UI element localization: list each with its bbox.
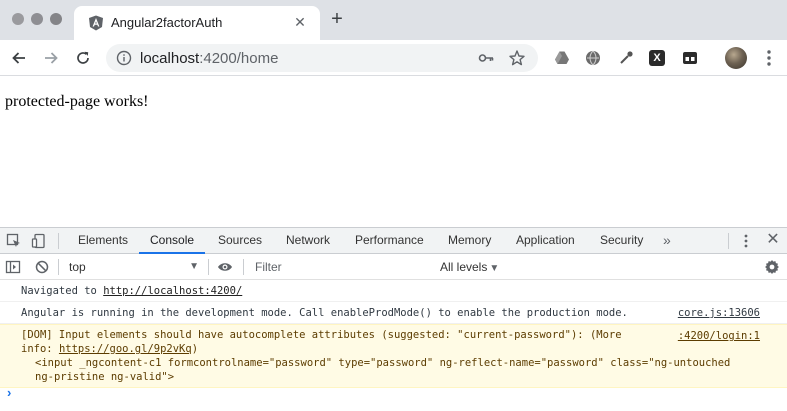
tab-close-icon[interactable]: ✕ bbox=[292, 14, 308, 30]
console-toolbar: top ▼ All levels▼ bbox=[0, 254, 787, 280]
tab-angular2factorauth[interactable]: Angular2factorAuth ✕ bbox=[74, 6, 320, 40]
extension-globe-icon[interactable] bbox=[584, 49, 602, 67]
page-body-text: protected-page works! bbox=[5, 93, 149, 110]
arrow-left-icon bbox=[12, 52, 25, 64]
arrow-right-icon bbox=[45, 52, 58, 64]
source-link[interactable]: :4200/login:1 bbox=[678, 329, 760, 343]
window-close-button[interactable] bbox=[12, 13, 24, 25]
warning-element-snippet[interactable]: <input _ngcontent-c1 formcontrolname="pa… bbox=[21, 356, 759, 370]
separator bbox=[58, 259, 59, 275]
devtools-panel: Elements Console Sources Network Perform… bbox=[0, 227, 787, 411]
eyedropper-icon[interactable] bbox=[617, 49, 635, 67]
warning-element-snippet-continued[interactable]: ng-pristine ng-valid"> bbox=[21, 370, 759, 384]
source-link[interactable]: core.js:13606 bbox=[678, 306, 760, 320]
back-button[interactable] bbox=[8, 47, 30, 69]
tab-title: Angular2factorAuth bbox=[111, 15, 223, 30]
message-text: Navigated to bbox=[21, 285, 104, 297]
sidebar-toggle-icon[interactable] bbox=[5, 259, 21, 275]
tab-sources[interactable]: Sources bbox=[218, 228, 262, 254]
warning-text: [DOM] Input elements should have autocom… bbox=[21, 329, 622, 341]
bookmark-star-icon[interactable] bbox=[508, 49, 526, 67]
window-minimize-button[interactable] bbox=[31, 13, 43, 25]
page-viewport: protected-page works! bbox=[0, 77, 787, 227]
window-maximize-button[interactable] bbox=[50, 13, 62, 25]
info-suffix: ) bbox=[191, 343, 199, 355]
clear-console-icon[interactable] bbox=[34, 259, 50, 275]
context-value: top bbox=[69, 260, 86, 274]
eye-icon[interactable] bbox=[217, 259, 233, 275]
separator bbox=[208, 259, 209, 275]
url-host: localhost bbox=[140, 50, 200, 67]
tab-security[interactable]: Security bbox=[600, 228, 643, 254]
navigated-url-link[interactable]: http://localhost:4200/ bbox=[103, 285, 242, 297]
tab-console[interactable]: Console bbox=[139, 228, 206, 254]
browser-toolbar: localhost:4200/home X bbox=[0, 40, 787, 76]
console-messages: Navigated to http://localhost:4200/ Angu… bbox=[0, 280, 787, 388]
info-url-link[interactable]: https://goo.gl/9p2vKq bbox=[59, 343, 192, 355]
context-selector[interactable]: top ▼ bbox=[63, 258, 203, 276]
console-message: Navigated to http://localhost:4200/ bbox=[0, 280, 787, 302]
address-bar[interactable]: localhost:4200/home bbox=[106, 44, 538, 72]
console-warning: [DOM] Input elements should have autocom… bbox=[0, 324, 787, 388]
separator bbox=[58, 233, 59, 249]
tab-performance[interactable]: Performance bbox=[355, 228, 424, 254]
element-line-1: <input _ngcontent-c1 formcontrolname="pa… bbox=[35, 357, 731, 369]
tab-elements[interactable]: Elements bbox=[78, 228, 128, 254]
caret-down-icon: ▼ bbox=[189, 261, 199, 272]
kebab-menu-icon[interactable] bbox=[766, 49, 772, 67]
url-text: localhost:4200/home bbox=[140, 50, 278, 67]
info-prefix: info: bbox=[21, 343, 59, 355]
profile-avatar[interactable] bbox=[725, 47, 747, 69]
drive-icon[interactable] bbox=[553, 49, 571, 67]
console-settings-gear-icon[interactable] bbox=[764, 259, 780, 275]
reload-button[interactable] bbox=[72, 47, 94, 69]
message-text: Angular is running in the development mo… bbox=[21, 307, 628, 319]
separator bbox=[728, 233, 729, 249]
log-levels-dropdown[interactable]: All levels ▼ bbox=[440, 258, 499, 276]
tab-memory[interactable]: Memory bbox=[448, 228, 491, 254]
devtools-close-icon[interactable]: ✕ bbox=[766, 232, 780, 248]
warning-info-line: info: https://goo.gl/9p2vKq) bbox=[21, 342, 759, 356]
tab-network[interactable]: Network bbox=[286, 228, 330, 254]
forward-button[interactable] bbox=[40, 47, 62, 69]
console-prompt-icon[interactable]: › bbox=[7, 385, 11, 400]
log-levels-label: All levels bbox=[440, 260, 488, 274]
new-tab-button[interactable]: + bbox=[327, 9, 347, 29]
info-icon[interactable] bbox=[116, 50, 132, 66]
extension-x-icon[interactable]: X bbox=[648, 49, 666, 67]
reload-icon bbox=[77, 51, 89, 64]
devtools-tab-bar: Elements Console Sources Network Perform… bbox=[0, 228, 787, 254]
tab-application[interactable]: Application bbox=[516, 228, 575, 254]
key-icon[interactable] bbox=[478, 50, 494, 66]
console-filter-input[interactable] bbox=[250, 258, 432, 276]
url-path: :4200/home bbox=[199, 50, 279, 67]
devtools-menu-icon[interactable] bbox=[744, 234, 748, 248]
console-message: Angular is running in the development mo… bbox=[0, 302, 787, 324]
device-toolbar-icon[interactable] bbox=[31, 233, 47, 249]
angular-icon bbox=[88, 15, 104, 31]
extension-dashboard-icon[interactable] bbox=[681, 49, 699, 67]
inspect-element-icon[interactable] bbox=[6, 233, 22, 249]
more-tabs-chevron-icon[interactable]: » bbox=[663, 228, 671, 254]
caret-down-icon: ▼ bbox=[489, 263, 500, 274]
separator bbox=[243, 259, 244, 275]
element-line-2: ng-pristine ng-valid"> bbox=[35, 371, 175, 383]
tab-strip: Angular2factorAuth ✕ + bbox=[0, 0, 787, 40]
